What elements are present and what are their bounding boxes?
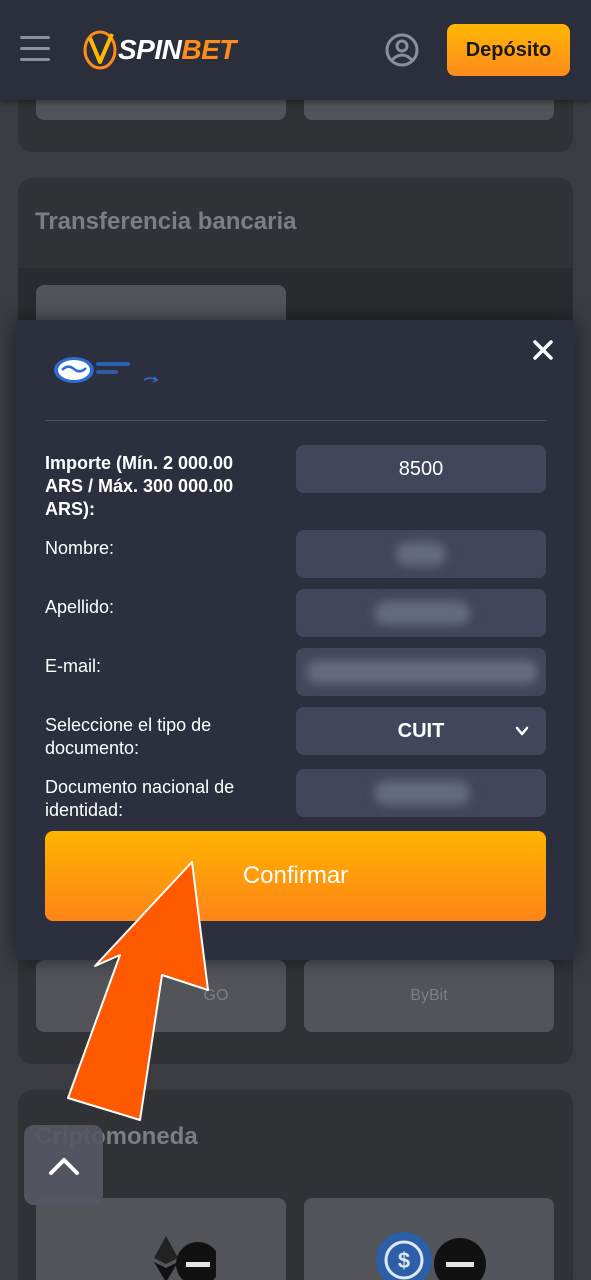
scroll-to-top-button[interactable] bbox=[24, 1125, 103, 1205]
user-account-icon[interactable] bbox=[385, 33, 419, 67]
doc-type-label: Seleccione el tipo de documento: bbox=[45, 715, 212, 758]
tile-label: ByBit bbox=[410, 987, 448, 1004]
ethereum-icon bbox=[154, 1236, 216, 1280]
logo-text: SPINBET bbox=[118, 34, 236, 66]
menu-icon[interactable] bbox=[20, 36, 50, 62]
usdc-icon: $ bbox=[376, 1232, 486, 1280]
redacted-value bbox=[306, 660, 538, 684]
deposit-button[interactable]: Depósito bbox=[447, 24, 570, 76]
mercado-pago-logo bbox=[52, 352, 164, 392]
amount-input[interactable]: 8500 bbox=[296, 445, 546, 493]
doc-number-label: Documento nacional de identidad: bbox=[45, 777, 235, 820]
chevron-up-icon bbox=[48, 1158, 79, 1175]
doc-type-value: CUIT bbox=[397, 719, 445, 742]
top-header: SPINBET Depósito bbox=[0, 0, 591, 100]
doc-type-select[interactable]: CUIT bbox=[296, 707, 546, 755]
redacted-value bbox=[396, 542, 446, 566]
logo-bet: BET bbox=[181, 34, 236, 65]
payment-tile-bybit[interactable]: ByBit bbox=[304, 960, 554, 1032]
payment-tile-go[interactable]: GO bbox=[36, 960, 286, 1032]
amount-label: Importe (Mín. 2 000.00 ARS / Máx. 300 00… bbox=[45, 453, 234, 519]
email-input[interactable] bbox=[296, 648, 546, 696]
close-icon[interactable] bbox=[528, 335, 558, 365]
confirm-button[interactable]: Confirmar bbox=[45, 831, 546, 921]
last-name-label: Apellido: bbox=[45, 597, 115, 617]
redacted-value bbox=[374, 781, 470, 805]
redacted-value bbox=[374, 601, 470, 625]
chevron-down-icon bbox=[515, 726, 529, 736]
email-label: E-mail: bbox=[45, 656, 102, 676]
svg-text:$: $ bbox=[398, 1248, 410, 1273]
bank-transfer-title: Transferencia bancaria bbox=[35, 208, 297, 235]
crypto-tile-usdc[interactable]: $ bbox=[304, 1198, 554, 1280]
logo-spin: SPIN bbox=[118, 34, 182, 65]
tile-label: GO bbox=[203, 987, 229, 1004]
first-name-label: Nombre: bbox=[45, 538, 115, 558]
last-name-input[interactable] bbox=[296, 589, 546, 637]
crypto-tile-eth[interactable] bbox=[36, 1198, 286, 1280]
doc-number-input[interactable] bbox=[296, 769, 546, 817]
spinbet-logo[interactable]: SPINBET bbox=[82, 26, 236, 74]
modal-divider bbox=[45, 420, 546, 421]
first-name-input[interactable] bbox=[296, 530, 546, 578]
